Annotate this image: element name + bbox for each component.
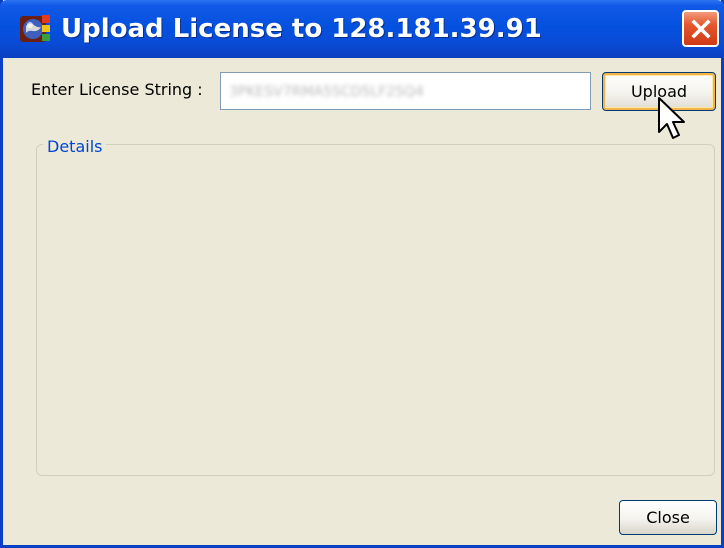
window-close-button[interactable] xyxy=(682,10,719,47)
globe-app-icon xyxy=(18,13,52,45)
license-string-label: Enter License String : xyxy=(31,80,203,99)
upload-button-label: Upload xyxy=(630,82,688,101)
details-legend: Details xyxy=(43,137,107,157)
license-string-value: 3PKESV7RMA5SCD5LF2SQ4 xyxy=(229,84,424,100)
close-button-label: Close xyxy=(646,508,690,527)
window-title: Upload License to 128.181.39.91 xyxy=(61,14,542,44)
upload-button[interactable]: Upload xyxy=(602,72,716,111)
license-string-input[interactable]: 3PKESV7RMA5SCD5LF2SQ4 xyxy=(220,72,591,110)
close-icon xyxy=(690,18,711,39)
upload-license-dialog: Upload License to 128.181.39.91 Enter Li… xyxy=(0,0,724,548)
title-bar[interactable]: Upload License to 128.181.39.91 xyxy=(0,0,724,58)
details-group xyxy=(36,144,715,476)
close-button[interactable]: Close xyxy=(619,500,717,535)
